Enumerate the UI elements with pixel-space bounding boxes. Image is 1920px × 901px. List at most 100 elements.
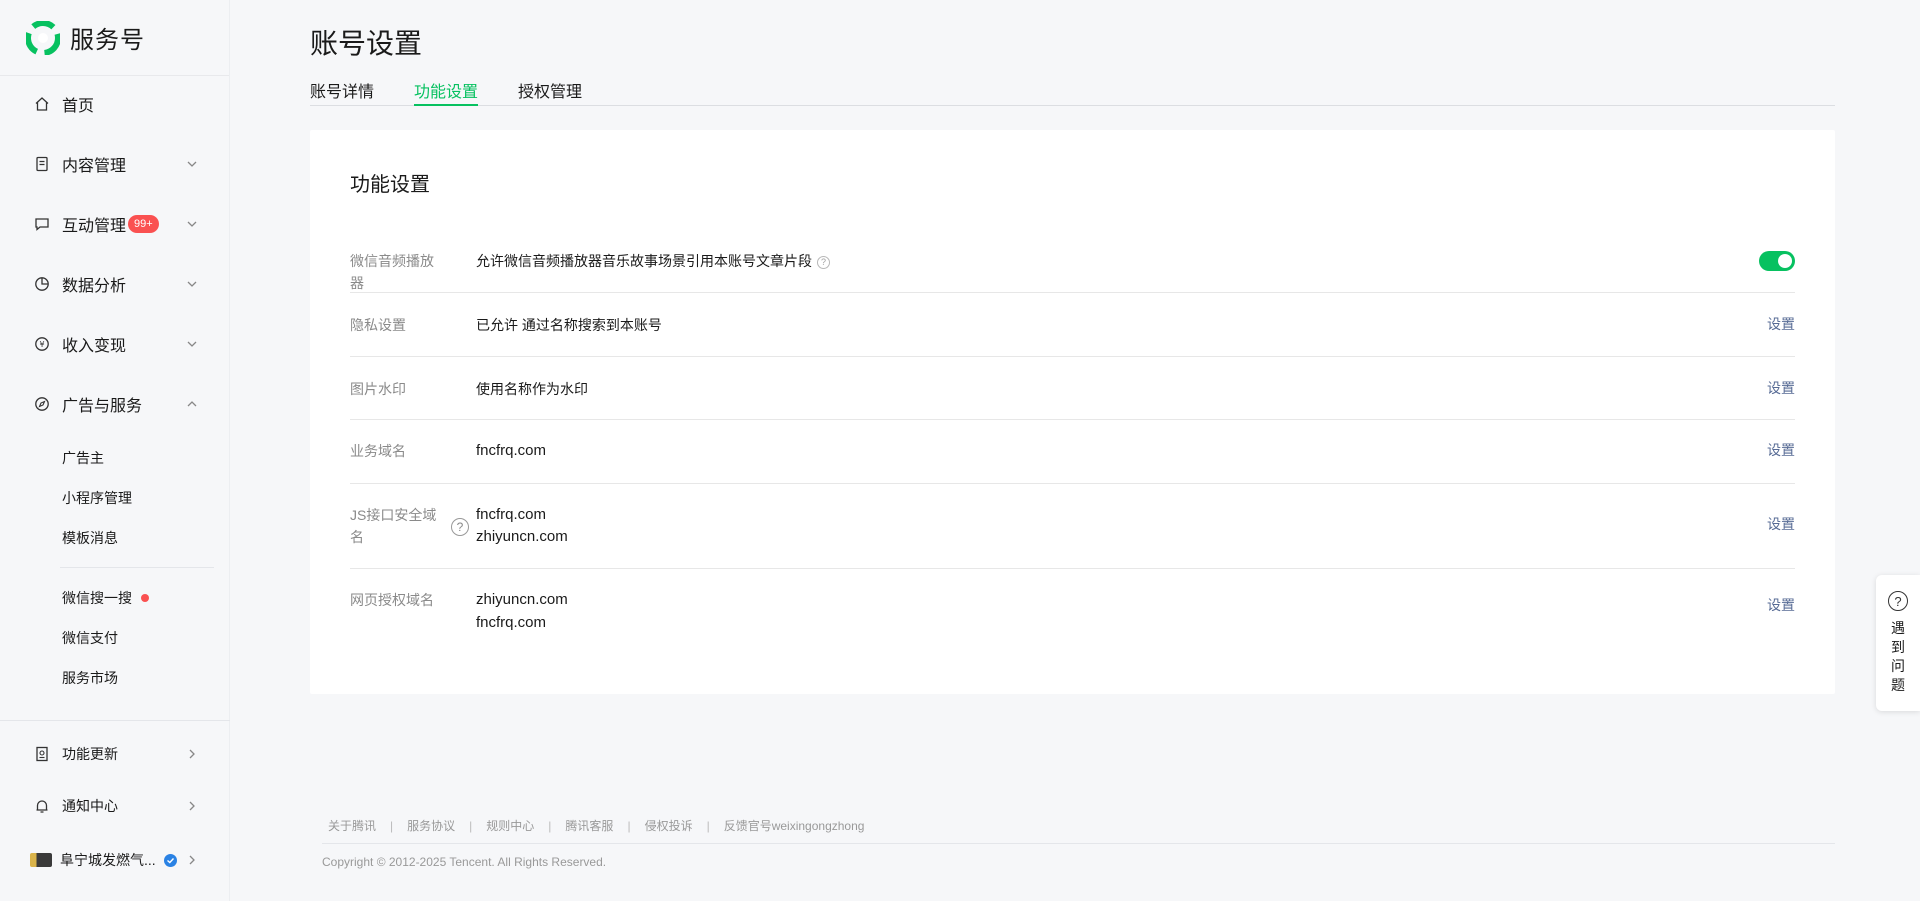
sidebar-item-home[interactable]: 首页 — [0, 84, 230, 124]
footer-link-feedback[interactable]: 反馈官号weixingongzhong — [724, 817, 865, 834]
sidebar-item-label: 通知中心 — [62, 798, 118, 814]
tab-authorization[interactable]: 授权管理 — [518, 78, 582, 106]
logo[interactable]: 服务号 — [0, 0, 229, 76]
sidebar-subitem-miniprogram[interactable]: 小程序管理 — [62, 488, 132, 508]
sidebar-item-updates[interactable]: 功能更新 — [0, 736, 230, 772]
setting-value: 已允许 通过名称搜索到本账号 — [476, 317, 662, 333]
yuan-icon: ¥ — [34, 336, 50, 352]
sidebar-subitem-label: 微信支付 — [62, 630, 118, 646]
setting-label: 网页授权域名 — [350, 592, 434, 608]
account-name: 阜宁城发燃气... — [60, 852, 156, 868]
notification-badge: 99+ — [128, 215, 159, 233]
setting-label: 业务域名 — [350, 443, 406, 459]
setting-row-js-domain: JS接口安全域名 ? fncfrq.com zhiyuncn.com 设置 — [350, 484, 1795, 569]
tab-feature-settings[interactable]: 功能设置 — [414, 78, 479, 106]
chart-icon — [34, 276, 50, 292]
setting-value: 允许微信音频播放器音乐故事场景引用本账号文章片段? — [476, 250, 830, 272]
audio-player-toggle[interactable] — [1759, 251, 1795, 271]
setting-label: 隐私设置 — [350, 317, 406, 333]
sidebar-item-label: 首页 — [62, 98, 95, 115]
divider — [0, 720, 230, 721]
sidebar-subitem-wechat-pay[interactable]: 微信支付 — [62, 628, 118, 648]
help-label: 遇到问题 — [1891, 620, 1905, 693]
bell-icon — [34, 798, 50, 814]
setting-row-watermark: 图片水印 使用名称作为水印 设置 — [350, 357, 1795, 420]
question-icon: ? — [1888, 591, 1908, 611]
footer-link-about[interactable]: 关于腾讯 — [328, 817, 376, 834]
app-name: 服务号 — [70, 27, 145, 54]
home-icon — [34, 96, 50, 112]
sidebar: 服务号 首页 内容管理 互动管理 99+ 数据分析 ¥ 收入变现 广告与服务 广… — [0, 0, 230, 901]
separator: | — [469, 818, 473, 833]
sidebar-subitem-service-market[interactable]: 服务市场 — [62, 668, 118, 688]
chevron-down-icon — [187, 341, 197, 347]
sidebar-subitem-advertiser[interactable]: 广告主 — [62, 448, 104, 468]
sidebar-item-content[interactable]: 内容管理 — [0, 144, 230, 184]
account-switcher[interactable]: 阜宁城发燃气... — [0, 842, 230, 878]
setting-row-privacy: 隐私设置 已允许 通过名称搜索到本账号 设置 — [350, 293, 1795, 357]
verified-icon — [163, 853, 177, 867]
setting-label: 微信音频播放器 — [350, 253, 434, 291]
toggle-knob — [1778, 254, 1792, 268]
settings-card: 功能设置 微信音频播放器 允许微信音频播放器音乐故事场景引用本账号文章片段? 隐… — [310, 130, 1835, 694]
document-icon — [34, 156, 50, 172]
setting-row-oauth-domain: 网页授权域名 zhiyuncn.com fncfrq.com 设置 — [350, 569, 1795, 659]
separator: | — [548, 818, 552, 833]
chevron-right-icon — [189, 855, 195, 865]
tab-account-details[interactable]: 账号详情 — [310, 78, 374, 106]
page-title: 账号设置 — [310, 28, 423, 59]
chevron-right-icon — [189, 749, 195, 759]
message-icon — [34, 216, 50, 232]
help-icon[interactable]: ? — [817, 255, 830, 269]
sidebar-item-notifications[interactable]: 通知中心 — [0, 788, 230, 824]
sidebar-subitem-label: 模板消息 — [62, 530, 118, 546]
setting-row-audio-player: 微信音频播放器 允许微信音频播放器音乐故事场景引用本账号文章片段? — [350, 230, 1795, 293]
sidebar-item-label: 功能更新 — [62, 746, 118, 762]
sidebar-item-label: 内容管理 — [62, 158, 127, 175]
account-avatar — [30, 853, 52, 867]
footer-link-infringement[interactable]: 侵权投诉 — [645, 817, 693, 834]
footer-link-rules[interactable]: 规则中心 — [486, 817, 534, 834]
setting-value-line: zhiyuncn.com — [476, 591, 568, 608]
compass-icon — [34, 396, 50, 412]
js-domain-settings-link[interactable]: 设置 — [1767, 514, 1795, 534]
sidebar-item-label: 广告与服务 — [62, 398, 143, 415]
footer-link-terms[interactable]: 服务协议 — [407, 817, 455, 834]
sidebar-subitem-wechat-search[interactable]: 微信搜一搜 — [62, 588, 149, 608]
business-domain-settings-link[interactable]: 设置 — [1767, 440, 1795, 460]
service-account-logo-icon — [26, 20, 60, 55]
chevron-down-icon — [187, 281, 197, 287]
unread-dot — [141, 594, 149, 602]
chevron-down-icon — [187, 161, 197, 167]
tab-bar: 账号详情 功能设置 授权管理 — [310, 78, 1835, 106]
sidebar-subitem-template-message[interactable]: 模板消息 — [62, 528, 118, 548]
sidebar-item-label: 收入变现 — [62, 338, 127, 355]
sidebar-item-monetization[interactable]: ¥ 收入变现 — [0, 324, 230, 364]
setting-value-text: 允许微信音频播放器音乐故事场景引用本账号文章片段 — [476, 253, 812, 269]
sidebar-item-ads-services[interactable]: 广告与服务 — [0, 384, 230, 424]
divider — [60, 567, 214, 568]
setting-value-line: zhiyuncn.com — [476, 528, 568, 545]
chevron-down-icon — [187, 221, 197, 227]
oauth-domain-settings-link[interactable]: 设置 — [1767, 595, 1795, 615]
help-icon[interactable]: ? — [451, 518, 469, 536]
separator: | — [627, 818, 631, 833]
chevron-up-icon — [187, 401, 197, 407]
sidebar-item-interaction[interactable]: 互动管理 99+ — [0, 204, 230, 244]
update-icon — [34, 746, 50, 762]
chevron-right-icon — [189, 801, 195, 811]
sidebar-subitem-label: 小程序管理 — [62, 490, 132, 506]
footer-link-support[interactable]: 腾讯客服 — [565, 817, 613, 834]
watermark-settings-link[interactable]: 设置 — [1767, 378, 1795, 398]
separator: | — [390, 818, 394, 833]
sidebar-item-analytics[interactable]: 数据分析 — [0, 264, 230, 304]
footer-links: 关于腾讯 | 服务协议 | 规则中心 | 腾讯客服 | 侵权投诉 | 反馈官号w… — [328, 817, 864, 834]
sidebar-subitem-label: 广告主 — [62, 450, 104, 466]
privacy-settings-link[interactable]: 设置 — [1767, 314, 1795, 334]
setting-value: 使用名称作为水印 — [476, 381, 588, 397]
sidebar-subitem-label: 微信搜一搜 — [62, 590, 132, 606]
setting-value-line: fncfrq.com — [476, 506, 547, 523]
sidebar-item-label: 互动管理 — [62, 218, 127, 235]
help-widget[interactable]: ? 遇到问题 — [1876, 575, 1920, 711]
divider — [322, 843, 1835, 844]
